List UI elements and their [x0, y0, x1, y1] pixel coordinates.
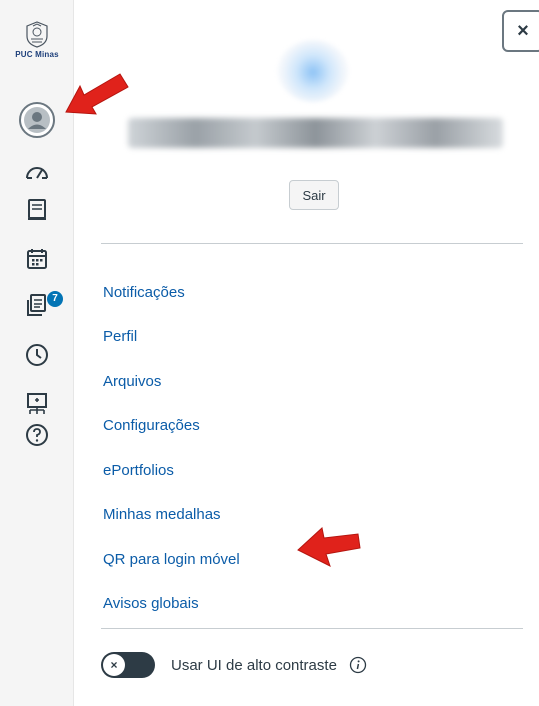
inbox-icon: [26, 294, 46, 316]
menu-item-settings: Configurações: [103, 404, 240, 449]
profile-link[interactable]: Perfil: [103, 328, 137, 345]
history-nav-item[interactable]: [0, 335, 73, 375]
annotation-arrow-icon: [297, 527, 361, 567]
account-menu: Notificações Perfil Arquivos Configuraçõ…: [103, 270, 240, 626]
menu-item-eportfolios: ePortfolios: [103, 448, 240, 493]
menu-item-qr-login: QR para login móvel: [103, 537, 240, 582]
settings-link[interactable]: Configurações: [103, 417, 200, 434]
help-nav-item[interactable]: [0, 415, 73, 455]
unread-badge: 7: [47, 291, 63, 307]
qr-login-link[interactable]: QR para login móvel: [103, 551, 240, 568]
puc-minas-logo[interactable]: PUC Minas: [6, 20, 68, 59]
inbox-nav-item[interactable]: 7: [0, 285, 73, 325]
menu-item-global-announcements: Avisos globais: [103, 582, 240, 627]
menu-item-profile: Perfil: [103, 315, 240, 360]
commons-icon: [26, 393, 47, 414]
menu-item-notifications: Notificações: [103, 270, 240, 315]
profile-picture: [278, 40, 348, 102]
history-icon: [25, 344, 48, 366]
high-contrast-label: Usar UI de alto contraste: [171, 656, 337, 674]
logo-text: PUC Minas: [15, 50, 59, 59]
courses-icon: [27, 199, 46, 220]
global-announcements-link[interactable]: Avisos globais: [103, 595, 199, 612]
divider: [101, 243, 523, 244]
annotation-arrow-icon: [65, 73, 129, 115]
account-tray: × Sair Notificações Perfil Arquivos Conf…: [73, 0, 539, 706]
crest-icon: [26, 21, 48, 48]
eportfolios-link[interactable]: ePortfolios: [103, 462, 174, 479]
courses-nav-item[interactable]: [0, 190, 73, 230]
calendar-icon: [26, 249, 47, 269]
logout-button[interactable]: Sair: [289, 180, 339, 210]
dashboard-icon: [25, 167, 48, 179]
divider: [101, 628, 523, 629]
user-avatar-icon: [18, 102, 55, 138]
high-contrast-toggle[interactable]: ×: [101, 652, 155, 678]
menu-item-badges: Minhas medalhas: [103, 493, 240, 538]
profile-name-blurred: [128, 118, 503, 148]
high-contrast-row: × Usar UI de alto contraste: [101, 652, 367, 678]
badges-link[interactable]: Minhas medalhas: [103, 506, 221, 523]
help-icon: [25, 424, 48, 446]
close-tray-button[interactable]: ×: [502, 10, 539, 52]
notifications-link[interactable]: Notificações: [103, 284, 185, 301]
info-icon[interactable]: [349, 656, 367, 674]
files-link[interactable]: Arquivos: [103, 373, 161, 390]
calendar-nav-item[interactable]: [0, 239, 73, 279]
toggle-off-icon: ×: [103, 654, 125, 676]
dashboard-nav-item[interactable]: [0, 153, 73, 193]
menu-item-files: Arquivos: [103, 359, 240, 404]
